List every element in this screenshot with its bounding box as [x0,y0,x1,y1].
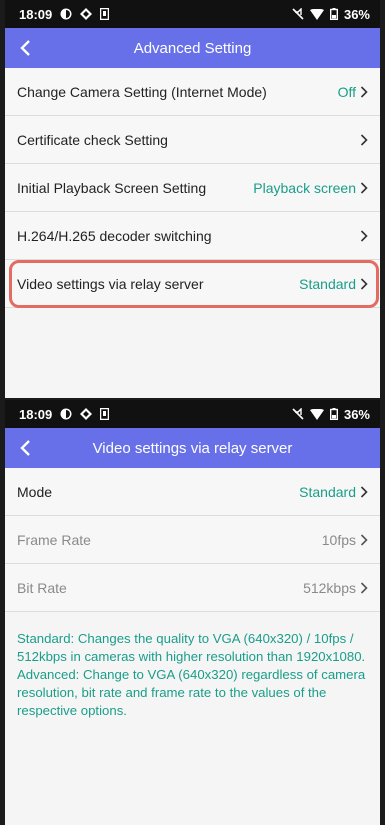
row-bit-rate[interactable]: Bit Rate 512kbps [5,564,380,612]
chevron-right-icon [360,533,370,547]
location-icon [80,408,93,420]
screen-video-settings: 18:09 36% Video settings via relay serve… [5,400,380,825]
battery-percent: 36% [343,406,370,422]
chevron-right-icon [360,85,370,99]
chevron-right-icon [360,277,370,291]
wifi-icon [309,408,324,420]
chevron-right-icon [360,229,370,243]
page-title: Advanced Setting [133,39,252,57]
battery-icon [329,8,338,20]
row-value: Standard [299,275,356,292]
row-decoder-switching[interactable]: H.264/H.265 decoder switching [5,212,380,260]
row-change-camera-setting[interactable]: Change Camera Setting (Internet Mode) Of… [5,68,380,116]
notification-icon [60,8,72,20]
row-value: Off [337,83,356,100]
chevron-right-icon [360,581,370,595]
row-value: Playback screen [253,179,356,196]
row-label: H.264/H.265 decoder switching [17,227,212,244]
back-button[interactable] [11,34,39,62]
notification-icon [60,408,72,420]
row-video-settings-relay[interactable]: Video settings via relay server Standard [5,260,380,308]
row-initial-playback-screen[interactable]: Initial Playback Screen Setting Playback… [5,164,380,212]
row-certificate-check[interactable]: Certificate check Setting [5,116,380,164]
row-label: Certificate check Setting [17,131,168,148]
row-mode[interactable]: Mode Standard [5,468,380,516]
row-label: Bit Rate [17,579,67,596]
page-title: Video settings via relay server [92,439,293,457]
row-label: Frame Rate [17,531,91,548]
screen-advanced-setting: 18:09 36% Advanced Setting Change Camera… [5,0,380,398]
header-bar: Video settings via relay server [5,428,380,468]
row-label: Initial Playback Screen Setting [17,179,207,196]
sim-icon [100,408,110,420]
standard-description: Standard: Changes the quality to VGA (64… [17,631,366,664]
back-button[interactable] [11,434,39,462]
mode-description: Standard: Changes the quality to VGA (64… [5,612,380,720]
chevron-right-icon [360,181,370,195]
chevron-right-icon [360,133,370,147]
battery-percent: 36% [343,6,370,22]
status-time: 18:09 [19,6,53,22]
header-bar: Advanced Setting [5,28,380,68]
mute-icon [292,8,304,20]
mute-icon [292,408,304,420]
row-value: 10fps [321,531,356,548]
chevron-right-icon [360,485,370,499]
battery-icon [329,408,338,420]
back-arrow-icon [20,40,30,56]
status-bar: 18:09 36% [5,400,380,428]
row-label: Mode [17,483,53,500]
advanced-description: Advanced: Change to VGA (640x320) regard… [17,667,366,718]
location-icon [80,8,93,20]
row-value: 512kbps [303,579,356,596]
status-time: 18:09 [19,406,53,422]
back-arrow-icon [20,440,30,456]
status-bar: 18:09 36% [5,0,380,28]
sim-icon [100,8,110,20]
row-frame-rate[interactable]: Frame Rate 10fps [5,516,380,564]
row-label: Change Camera Setting (Internet Mode) [17,83,267,100]
wifi-icon [309,8,324,20]
row-label: Video settings via relay server [17,275,204,292]
row-value: Standard [299,483,356,500]
